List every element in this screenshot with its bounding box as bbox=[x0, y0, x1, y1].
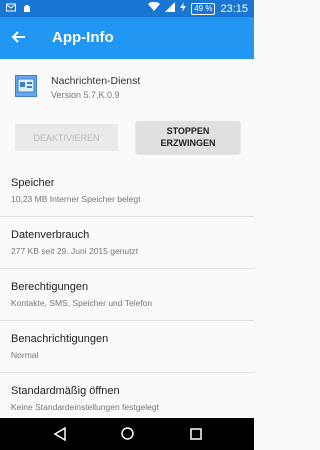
app-name: Nachrichten-Dienst bbox=[51, 75, 141, 87]
android-notification-icon bbox=[22, 3, 32, 16]
battery-indicator: 49 % bbox=[191, 2, 216, 15]
charging-icon bbox=[180, 2, 187, 15]
list-item-summary: 277 KB seit 29. Juni 2015 genutzt bbox=[11, 246, 139, 256]
message-notification-icon bbox=[6, 3, 16, 16]
list-item-title: Benachrichtigungen bbox=[11, 333, 109, 345]
list-item-data-usage[interactable]: Datenverbrauch 277 KB seit 29. Juni 2015… bbox=[0, 217, 254, 269]
force-stop-label-line1: STOPPEN bbox=[166, 126, 210, 136]
list-item-summary: Normal bbox=[11, 350, 39, 360]
disable-button[interactable]: DEAKTIVIEREN bbox=[15, 124, 118, 151]
status-bar: 49 % 23:15 bbox=[0, 0, 254, 17]
nav-recents-icon[interactable] bbox=[190, 427, 202, 440]
nav-back-icon[interactable] bbox=[53, 426, 67, 442]
list-item-notifications[interactable]: Benachrichtigungen Normal bbox=[0, 321, 254, 373]
list-item-permissions[interactable]: Berechtigungen Kontakte, SMS, Speicher u… bbox=[0, 269, 254, 321]
force-stop-label-line2: ERZWINGEN bbox=[160, 138, 216, 148]
list-item-summary: Kontakte, SMS, Speicher und Telefon bbox=[11, 298, 153, 308]
list-item-title: Speicher bbox=[11, 177, 55, 189]
app-bar: App-Info bbox=[0, 17, 254, 59]
force-stop-button[interactable]: STOPPEN ERZWINGEN bbox=[136, 121, 240, 153]
list-item-storage[interactable]: Speicher 10,23 MB Interner Speicher bele… bbox=[0, 165, 254, 217]
app-icon bbox=[15, 75, 37, 97]
page-title: App-Info bbox=[52, 29, 114, 46]
wifi-icon bbox=[148, 1, 161, 15]
navigation-bar bbox=[0, 418, 254, 450]
list-item-title: Standardmäßig öffnen bbox=[11, 385, 120, 397]
list-item-summary: 10,23 MB Interner Speicher belegt bbox=[11, 194, 141, 204]
nav-home-icon[interactable] bbox=[121, 427, 134, 440]
list-item-title: Datenverbrauch bbox=[11, 229, 90, 241]
app-version: Version 5.7.K.0.9 bbox=[51, 90, 120, 100]
list-item-summary: Keine Standardeinstellungen festgelegt bbox=[11, 402, 159, 412]
signal-icon bbox=[165, 2, 176, 15]
back-arrow-icon[interactable] bbox=[9, 27, 29, 47]
status-time: 23:15 bbox=[220, 2, 248, 15]
list-item-title: Berechtigungen bbox=[11, 281, 89, 293]
